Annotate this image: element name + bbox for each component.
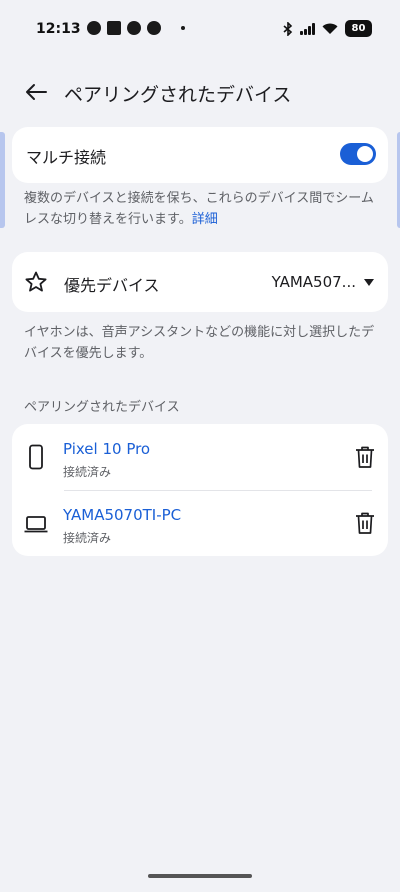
star-icon: [25, 271, 47, 292]
priority-device-card[interactable]: 優先デバイス YAMA507...: [12, 252, 388, 312]
priority-device-description: イヤホンは、音声アシスタントなどの機能に対し選択したデバイスを優先します。: [24, 325, 375, 361]
device-name: Pixel 10 Pro: [63, 440, 151, 458]
bluetooth-icon: [283, 21, 293, 36]
paired-devices-section-label: ペアリングされたデバイス: [24, 400, 180, 415]
multi-connect-toggle[interactable]: [340, 143, 376, 165]
line-icon: [147, 21, 161, 35]
device-name: YAMA5070TI-PC: [63, 506, 182, 524]
paired-devices-list: Pixel 10 Pro 接続済み YAMA5070TI-PC 接続済み: [12, 424, 388, 556]
status-time: 12:13: [36, 21, 81, 37]
notification-icons: [87, 21, 185, 35]
laptop-icon: [24, 516, 48, 533]
delete-icon[interactable]: [354, 445, 376, 469]
status-bar: 12:13 80: [0, 0, 400, 64]
back-button[interactable]: [20, 76, 52, 108]
home-indicator[interactable]: [148, 874, 252, 878]
device-item-pc[interactable]: YAMA5070TI-PC 接続済み: [12, 490, 388, 556]
arrow-left-icon: [26, 84, 47, 100]
multi-connect-label: マルチ接続: [26, 148, 107, 167]
wifi-icon: [322, 23, 338, 34]
phone-icon: [29, 444, 43, 470]
page-title: ペアリングされたデバイス: [64, 84, 292, 106]
app-notification-icon: [87, 21, 101, 35]
device-status: 接続済み: [63, 531, 112, 545]
priority-device-select[interactable]: YAMA507...: [272, 273, 356, 291]
details-link[interactable]: 詳細: [192, 212, 218, 227]
device-status: 接続済み: [63, 465, 112, 479]
app-notification-icon: [127, 21, 141, 35]
app-bar: ペアリングされたデバイス: [0, 72, 400, 112]
device-item-pixel[interactable]: Pixel 10 Pro 接続済み: [12, 424, 388, 490]
multi-connect-card[interactable]: マルチ接続: [12, 127, 388, 183]
more-notifications-icon: [181, 26, 185, 30]
cell-signal-icon: [300, 22, 315, 35]
toggle-knob: [357, 146, 373, 162]
priority-device-label: 優先デバイス: [64, 276, 160, 295]
dropdown-arrow-icon[interactable]: [364, 279, 374, 286]
battery-icon: 80: [345, 20, 372, 37]
scroll-edge-indicator: [0, 132, 5, 228]
delete-icon[interactable]: [354, 511, 376, 535]
app-notification-icon: [107, 21, 121, 35]
system-icons: 80: [283, 20, 372, 37]
multi-connect-description: 複数のデバイスと接続を保ち、これらのデバイス間でシームレスな切り替えを行います。…: [24, 188, 376, 230]
